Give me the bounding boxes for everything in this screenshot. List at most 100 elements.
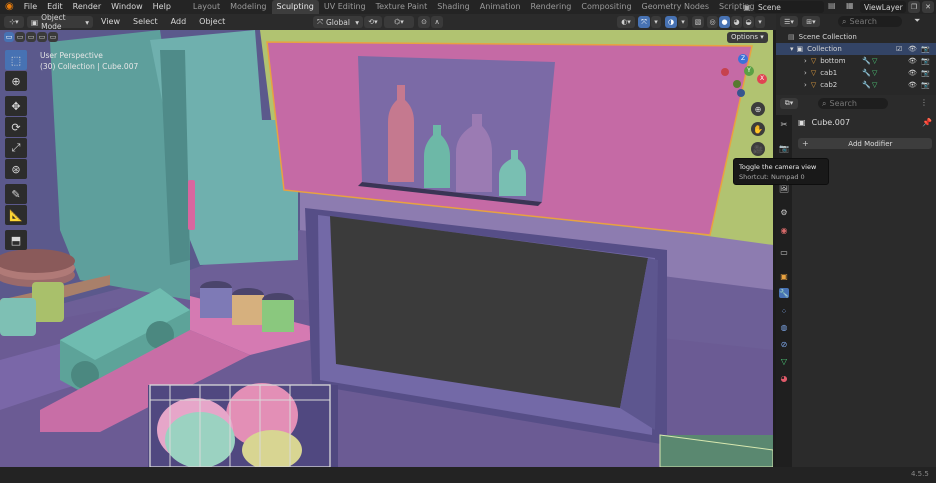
transform-tool-icon[interactable]: ⊛	[5, 159, 27, 179]
outliner-row-collection[interactable]: ▾ ▣ Collection ☑ 👁 📷	[776, 43, 936, 55]
particles-tab-icon[interactable]: ⁘	[779, 306, 789, 316]
move-tool-icon[interactable]: ✥	[5, 96, 27, 116]
constraints-tab-icon[interactable]: ⊘	[779, 339, 789, 349]
checkbox-icon[interactable]: ☑	[896, 45, 902, 53]
eye-icon[interactable]: 👁	[908, 81, 917, 89]
tab-sculpting[interactable]: Sculpting	[271, 0, 319, 14]
data-tab-icon[interactable]: ▽	[779, 356, 789, 366]
material-tab-icon[interactable]: ◕	[779, 373, 789, 383]
outliner-row-bottom[interactable]: › ▽ bottom 🔧 ▽ 👁 📷	[776, 55, 936, 67]
menu-object[interactable]: Object	[194, 15, 230, 29]
add-cube-tool-icon[interactable]: ⬒	[5, 230, 27, 250]
blender-logo-icon[interactable]: ◉	[0, 0, 19, 14]
overlay-icon[interactable]: ◑	[665, 16, 677, 28]
tab-compositing[interactable]: Compositing	[576, 0, 636, 14]
object-tab-icon[interactable]: ▣	[779, 271, 789, 281]
scale-tool-icon[interactable]: ⤢	[5, 138, 27, 158]
orientation-dropdown[interactable]: ⤧ Global ▾	[313, 16, 363, 28]
copy-viewlayer-icon[interactable]: ❐	[908, 1, 920, 13]
rotate-tool-icon[interactable]: ⟳	[5, 117, 27, 137]
pivot-point-icon[interactable]: ⟲▾	[364, 16, 382, 28]
menu-add[interactable]: Add	[166, 15, 192, 29]
select-new-icon[interactable]: ▭	[4, 32, 14, 42]
camera-icon[interactable]: 📷	[921, 69, 930, 77]
select-intersect-icon[interactable]: ▭	[48, 32, 58, 42]
add-modifier-button[interactable]: + Add Modifier	[798, 138, 932, 149]
camera-icon[interactable]: 📷	[921, 45, 930, 53]
menu-edit[interactable]: Edit	[42, 0, 68, 14]
zoom-icon[interactable]: ⊕	[751, 102, 765, 116]
camera-icon[interactable]: 📷	[921, 81, 930, 89]
render-tab-icon[interactable]: 📷	[779, 143, 789, 153]
eye-icon[interactable]: 👁	[908, 69, 917, 77]
filter-icon[interactable]: ⏷	[914, 16, 930, 27]
tab-shading[interactable]: Shading	[432, 0, 475, 14]
menu-render[interactable]: Render	[68, 0, 106, 14]
tab-animation[interactable]: Animation	[475, 0, 526, 14]
scene-icon[interactable]: ▣	[741, 1, 753, 13]
menu-view[interactable]: View	[96, 15, 125, 29]
tool-tab-icon[interactable]: ✂	[779, 119, 789, 129]
properties-search-input[interactable]: ⌕ Search	[818, 98, 888, 109]
navigation-gizmo[interactable]: Z Y X	[716, 54, 768, 106]
gizmo-x-axis[interactable]: X	[757, 74, 767, 84]
camera-icon[interactable]: 📷	[921, 57, 930, 65]
modifier-tab-icon[interactable]: 🔧	[779, 288, 789, 298]
gizmo-y-axis[interactable]: Y	[744, 66, 754, 76]
tab-layout[interactable]: Layout	[188, 0, 225, 14]
pin-icon[interactable]: 📌	[922, 118, 932, 127]
rendered-shading-icon[interactable]: ◒	[743, 16, 754, 28]
outliner-row-scene-collection[interactable]: ▤ Scene Collection	[776, 31, 936, 43]
gizmo-z-axis[interactable]: Z	[738, 54, 748, 64]
tab-modeling[interactable]: Modeling	[225, 0, 271, 14]
proportional-edit-icon[interactable]: ⊙	[418, 16, 430, 28]
outliner-search-input[interactable]: ⌕ Search	[838, 16, 902, 27]
properties-editor-type-icon[interactable]: ⧉▾	[780, 98, 798, 109]
visibility-icon[interactable]: ◐▾	[617, 16, 635, 28]
gizmo-dropdown-icon[interactable]: ▾	[651, 16, 661, 28]
tab-geometry-nodes[interactable]: Geometry Nodes	[637, 0, 714, 14]
annotate-tool-icon[interactable]: ✎	[5, 184, 27, 204]
menu-file[interactable]: File	[19, 0, 42, 14]
physics-tab-icon[interactable]: ◍	[779, 322, 789, 332]
viewport-3d[interactable]: User Perspective (30) Collection | Cube.…	[0, 30, 773, 467]
outliner-editor-type-icon[interactable]: ☰▾	[780, 16, 798, 27]
expand-arrow-icon[interactable]: ›	[804, 57, 807, 65]
camera-view-icon[interactable]: 🎥	[751, 142, 765, 156]
scene-tab-icon[interactable]: ⚙	[779, 207, 789, 217]
tab-uv-editing[interactable]: UV Editing	[319, 0, 371, 14]
wireframe-shading-icon[interactable]: ◎	[707, 16, 718, 28]
outliner-row-cab2[interactable]: › ▽ cab2 🔧 ▽ 👁 📷	[776, 79, 936, 91]
menu-help[interactable]: Help	[148, 0, 176, 14]
mode-dropdown[interactable]: ▣ Object Mode ▾	[27, 13, 93, 31]
pin-icon[interactable]: ⋮	[920, 98, 928, 107]
expand-arrow-icon[interactable]: ›	[804, 81, 807, 89]
gizmo-neg-z-axis[interactable]	[737, 89, 745, 97]
material-shading-icon[interactable]: ◕	[731, 16, 742, 28]
solid-shading-icon[interactable]: ●	[719, 16, 730, 28]
outliner-row-cab1[interactable]: › ▽ cab1 🔧 ▽ 👁 📷	[776, 67, 936, 79]
pan-hand-icon[interactable]: ✋	[751, 122, 765, 136]
expand-arrow-icon[interactable]: ▾	[790, 45, 794, 53]
gizmo-neg-y-axis[interactable]	[733, 80, 741, 88]
remove-viewlayer-icon[interactable]: ✕	[922, 1, 934, 13]
display-mode-icon[interactable]: ⊞▾	[802, 16, 820, 27]
scene-selector[interactable]: Scene	[754, 1, 824, 13]
select-box-tool-icon[interactable]: ⬚	[5, 50, 27, 70]
collection-tab-icon[interactable]: ▭	[779, 247, 789, 257]
editor-type-icon[interactable]: ⊹▾	[4, 16, 24, 28]
eye-icon[interactable]: 👁	[908, 45, 917, 53]
viewlayer-selector[interactable]: ViewLayer	[860, 1, 906, 13]
gizmo-neg-x-axis[interactable]	[721, 68, 729, 76]
world-tab-icon[interactable]: ◉	[779, 225, 789, 235]
select-extend-icon[interactable]: ▭	[15, 32, 25, 42]
gizmo-icon[interactable]: ⤧	[638, 16, 650, 28]
falloff-icon[interactable]: ∧	[431, 16, 443, 28]
xray-icon[interactable]: ▧	[692, 16, 704, 28]
eye-icon[interactable]: 👁	[908, 57, 917, 65]
expand-arrow-icon[interactable]: ›	[804, 69, 807, 77]
snap-icon[interactable]: ⌬▾	[384, 16, 414, 28]
overlay-dropdown-icon[interactable]: ▾	[678, 16, 688, 28]
measure-tool-icon[interactable]: 📐	[5, 205, 27, 225]
options-dropdown[interactable]: Options ▾	[727, 32, 768, 43]
